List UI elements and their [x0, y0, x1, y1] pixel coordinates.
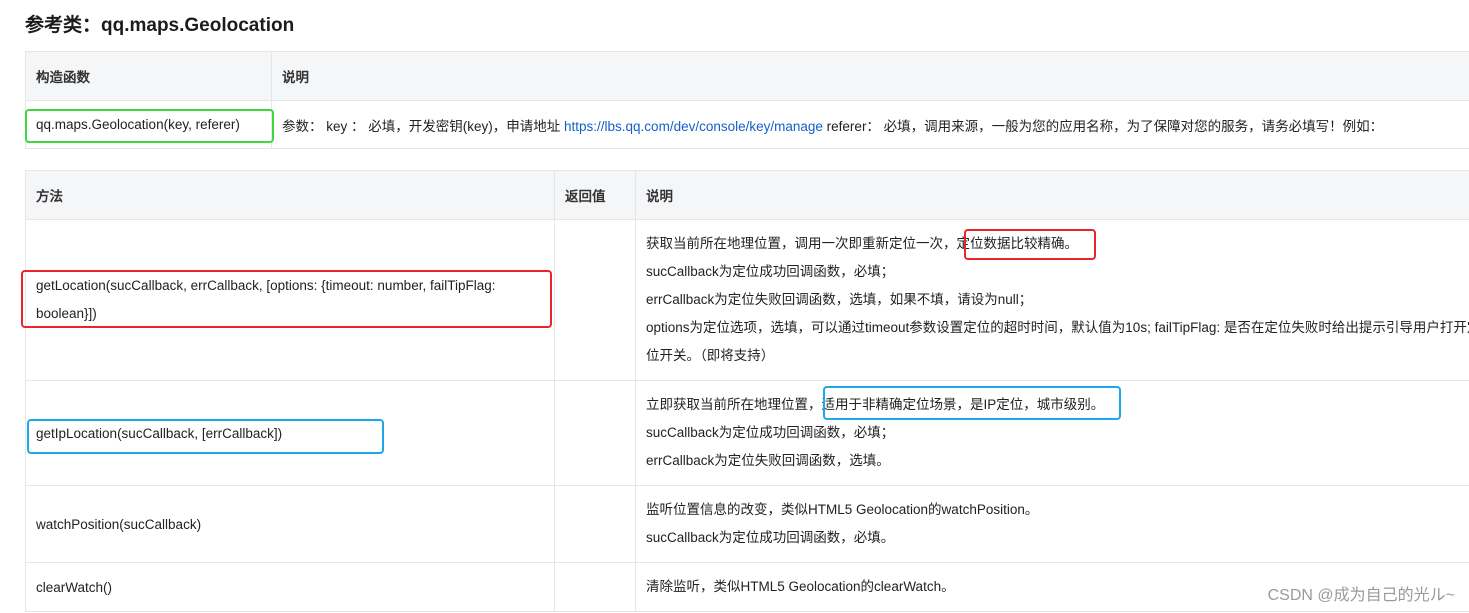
- table-header-row: 方法 返回值 说明: [25, 170, 1469, 220]
- method-returns: [554, 380, 636, 486]
- method-signature: watchPosition(sucCallback): [25, 485, 555, 563]
- header-returns: 返回值: [554, 170, 636, 220]
- desc-line: 获取当前所在地理位置，调用一次即重新定位一次，定位数据比较精确。: [646, 230, 1469, 258]
- desc-line: sucCallback为定位成功回调函数，必填；: [646, 425, 895, 440]
- desc-line: 位开关。（即将支持）: [646, 348, 775, 363]
- table-row: qq.maps.Geolocation(key, referer) 参数： ke…: [25, 100, 1469, 149]
- key-manage-link[interactable]: https://lbs.qq.com/dev/console/key/manag…: [564, 119, 823, 134]
- header-constructor: 构造函数: [25, 51, 272, 101]
- desc-highlight-text: 定位数据比较精确。: [956, 236, 1079, 251]
- header-description: 说明: [635, 170, 1469, 220]
- desc-line: sucCallback为定位成功回调函数，必填；: [646, 264, 895, 279]
- methods-table: 方法 返回值 说明 getLocation(sucCallback, errCa…: [25, 170, 1469, 612]
- method-returns: [554, 219, 636, 381]
- method-returns: [554, 485, 636, 563]
- page-title: 参考类：qq.maps.Geolocation: [25, 15, 295, 36]
- desc-line: options为定位选项，选填，可以通过timeout参数设置定位的超时时间，默…: [646, 320, 1469, 335]
- method-description: 获取当前所在地理位置，调用一次即重新定位一次，定位数据比较精确。 sucCall…: [635, 219, 1469, 381]
- watermark: CSDN @成为自己的光ル~: [1267, 587, 1455, 604]
- desc-highlight-text: 适用于非精确定位场景，是IP定位，城市级别。: [821, 397, 1105, 412]
- header-method: 方法: [25, 170, 555, 220]
- method-description: 监听位置信息的改变，类似HTML5 Geolocation的watchPosit…: [635, 485, 1469, 563]
- method-signature: getIpLocation(sucCallback, [errCallback]…: [25, 380, 555, 486]
- table-header-row: 构造函数 说明: [25, 51, 1469, 101]
- method-signature: getLocation(sucCallback, errCallback, [o…: [25, 219, 555, 381]
- desc-text: 立即获取当前所在地理位置，: [646, 397, 822, 412]
- constructor-description: 参数： key ： 必填，开发密钥(key)，申请地址 https://lbs.…: [271, 100, 1469, 149]
- desc-line: 立即获取当前所在地理位置，适用于非精确定位场景，是IP定位，城市级别。: [646, 391, 1469, 419]
- constructor-table: 构造函数 说明 qq.maps.Geolocation(key, referer…: [25, 51, 1469, 149]
- method-signature: clearWatch(): [25, 562, 555, 612]
- header-description: 说明: [271, 51, 1469, 101]
- table-row: clearWatch() 清除监听，类似HTML5 Geolocation的cl…: [25, 562, 1469, 612]
- desc-suffix: referer： 必填，调用来源，一般为您的应用名称，为了保障对您的服务，请务必…: [822, 118, 1384, 134]
- signature-line: boolean}]): [36, 306, 97, 321]
- desc-line: errCallback为定位失败回调函数，选填，如果不填，请设为null；: [646, 292, 1033, 307]
- table-row: getLocation(sucCallback, errCallback, [o…: [25, 219, 1469, 381]
- method-description: 立即获取当前所在地理位置，适用于非精确定位场景，是IP定位，城市级别。 sucC…: [635, 380, 1469, 486]
- table-row: watchPosition(sucCallback) 监听位置信息的改变，类似H…: [25, 485, 1469, 563]
- desc-line: 监听位置信息的改变，类似HTML5 Geolocation的watchPosit…: [646, 502, 1039, 517]
- desc-line: errCallback为定位失败回调函数，选填。: [646, 453, 890, 468]
- desc-line: sucCallback为定位成功回调函数，必填。: [646, 530, 895, 545]
- desc-text: 获取当前所在地理位置，调用一次即重新定位一次，: [646, 236, 957, 251]
- constructor-signature: qq.maps.Geolocation(key, referer): [25, 100, 272, 149]
- table-row: getIpLocation(sucCallback, [errCallback]…: [25, 380, 1469, 486]
- desc-prefix: 参数： key ： 必填，开发密钥(key)，申请地址: [282, 118, 565, 134]
- method-returns: [554, 562, 636, 612]
- signature-line: getLocation(sucCallback, errCallback, [o…: [36, 278, 496, 293]
